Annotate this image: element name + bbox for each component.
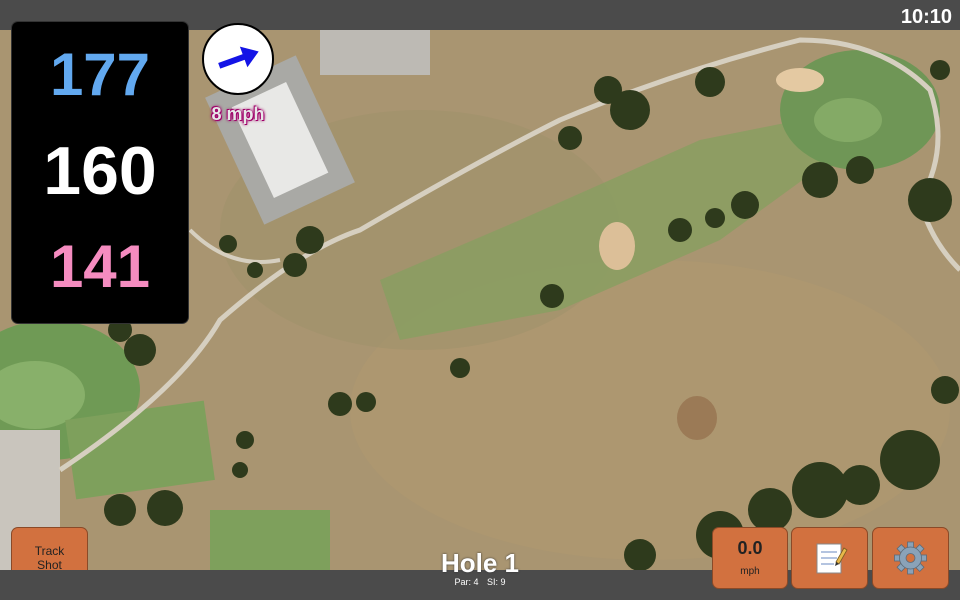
distance-panel: 177 160 141 xyxy=(12,22,188,323)
speed-value: 0.0 xyxy=(737,538,763,558)
notepad-icon xyxy=(816,543,848,574)
arrow-right-icon xyxy=(218,46,259,69)
speed-unit: mph xyxy=(740,566,760,577)
front-distance: 141 xyxy=(49,233,151,300)
notes-button[interactable] xyxy=(792,528,867,588)
clock: 10:10 xyxy=(900,6,952,28)
hole-title: Hole 1 xyxy=(440,548,520,578)
hole-par: Par: 4 xyxy=(454,577,479,587)
wind-indicator xyxy=(202,23,274,95)
track-shot-label-1: Track xyxy=(34,544,65,558)
back-distance: 177 xyxy=(49,41,151,108)
hole-info: Par: 4 SI: 9 xyxy=(400,577,560,587)
gear-icon xyxy=(894,541,927,575)
center-distance: 160 xyxy=(43,133,157,209)
wind-speed: 8 mph xyxy=(211,104,265,124)
speed-button[interactable]: 0.0 mph xyxy=(713,528,787,588)
settings-button[interactable] xyxy=(873,528,948,588)
hole-si: SI: 9 xyxy=(487,577,506,587)
